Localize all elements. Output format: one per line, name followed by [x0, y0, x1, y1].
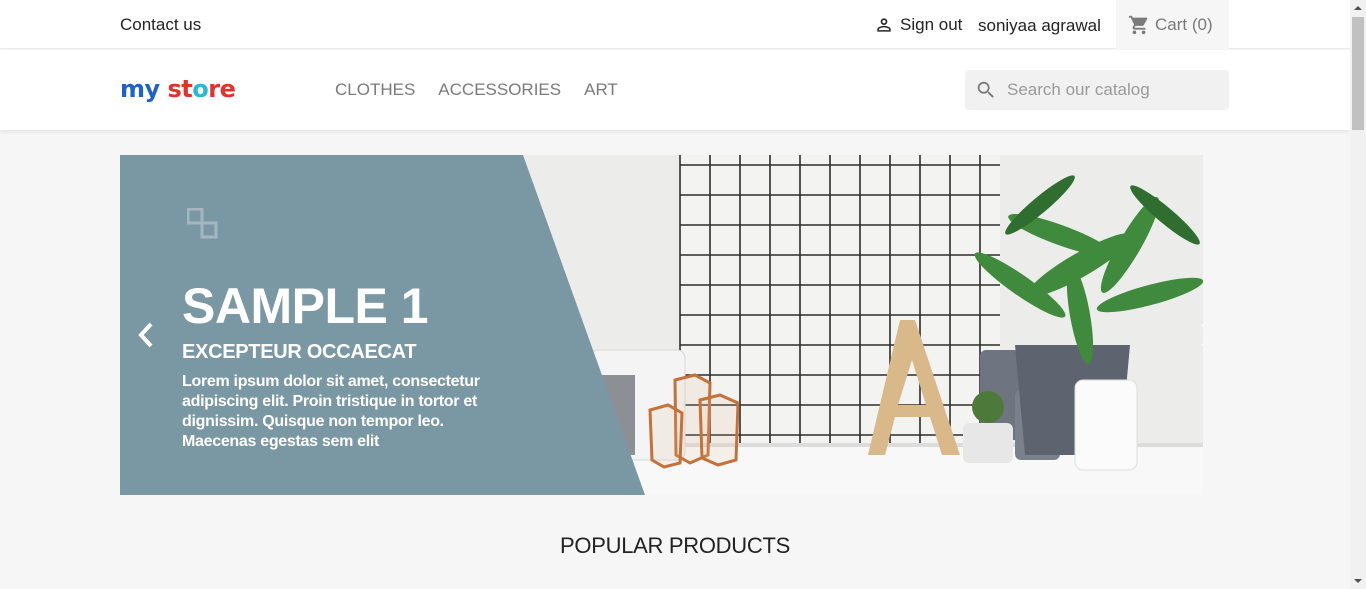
contact-us-link[interactable]: Contact us: [120, 15, 201, 35]
nav-item-clothes[interactable]: CLOTHES: [335, 80, 415, 100]
logo-part: st: [159, 75, 193, 103]
nav-item-accessories[interactable]: ACCESSORIES: [438, 80, 561, 100]
account-name-link[interactable]: soniyaa agrawal: [978, 16, 1101, 36]
chevron-left-icon[interactable]: [134, 320, 158, 350]
logo-part: re: [208, 75, 236, 103]
vertical-scrollbar[interactable]: [1350, 0, 1366, 589]
slide-description: Lorem ipsum dolor sit amet, consectetur …: [182, 373, 480, 450]
main-nav: CLOTHES ACCESSORIES ART: [335, 80, 618, 100]
slide-title: SAMPLE 1: [182, 278, 429, 334]
store-logo[interactable]: my store: [120, 75, 236, 103]
chevron-right-icon[interactable]: [1196, 320, 1203, 350]
person-icon: [877, 18, 891, 32]
sign-out-label: Sign out: [900, 15, 963, 34]
cart-button[interactable]: Cart (0): [1116, 0, 1229, 49]
hero-carousel[interactable]: SAMPLE 1 EXCEPTEUR OCCAECAT Lorem ipsum …: [120, 155, 1203, 495]
nav-item-art[interactable]: ART: [584, 80, 618, 100]
scroll-up-icon[interactable]: [1350, 0, 1366, 16]
top-bar: Contact us Sign out soniyaa agrawal Cart…: [0, 0, 1350, 49]
slide-subtitle: EXCEPTEUR OCCAECAT: [182, 341, 417, 363]
shopping-cart-icon: [1128, 15, 1148, 34]
popular-products-heading: POPULAR PRODUCTS: [560, 533, 790, 558]
search-input[interactable]: [1007, 80, 1217, 100]
cart-label: Cart: [1155, 14, 1188, 34]
cart-count: (0): [1191, 14, 1213, 34]
logo-part: my: [120, 75, 160, 103]
squares-icon: [187, 208, 218, 239]
sign-out-link[interactable]: Sign out: [874, 15, 962, 35]
search-icon[interactable]: [975, 79, 997, 101]
scroll-down-icon[interactable]: [1350, 573, 1366, 589]
main-header: my store CLOTHES ACCESSORIES ART: [0, 50, 1350, 130]
logo-part: o: [192, 75, 209, 103]
search-box: [965, 70, 1229, 110]
scroll-thumb[interactable]: [1352, 17, 1364, 130]
